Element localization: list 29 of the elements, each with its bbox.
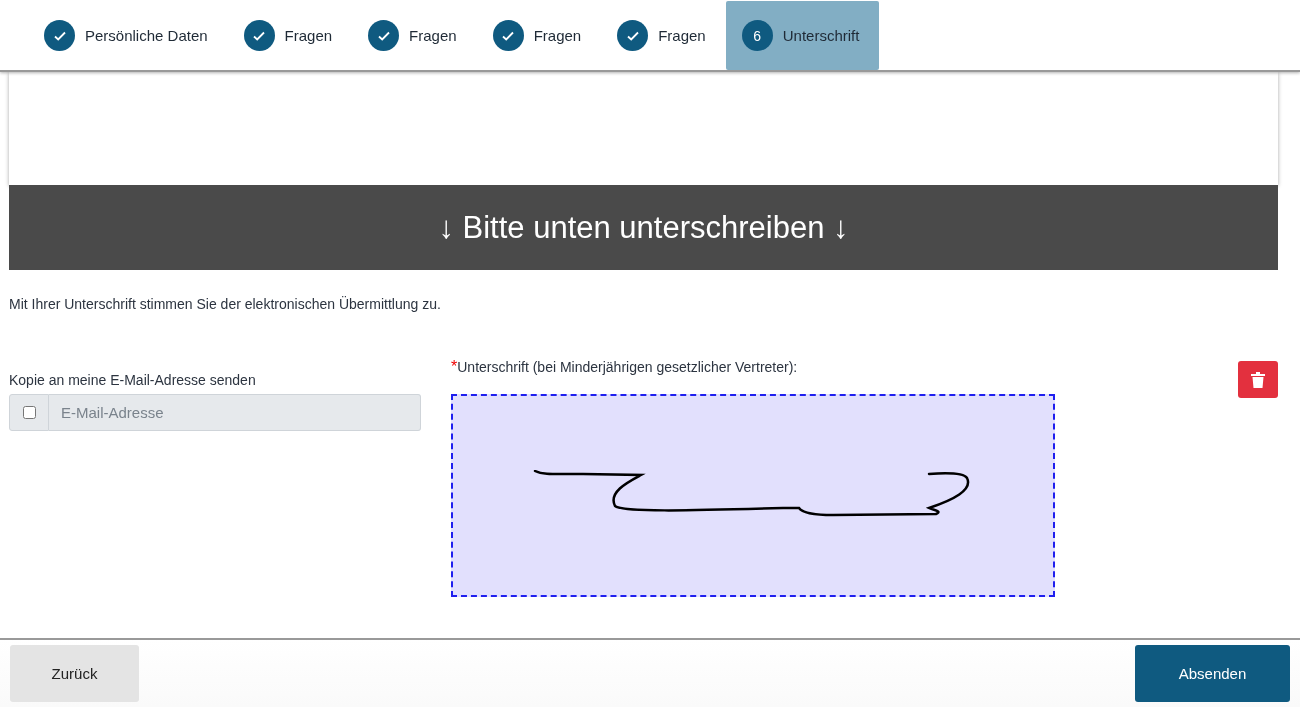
email-copy-label: Kopie an meine E-Mail-Adresse senden [9, 372, 257, 388]
step-label: Fragen [533, 27, 582, 44]
trash-icon [1251, 371, 1265, 388]
consent-text: Mit Ihrer Unterschrift stimmen Sie der elektronischen Übermittlung zu. [9, 296, 442, 312]
signature-label: *Unterschrift (bei Minderjährigen gesetzlicher Vertreter): [451, 358, 799, 376]
step-tab[interactable]: Fragen [227, 1, 353, 70]
step-label: Unterschrift [782, 27, 860, 44]
check-icon [243, 20, 275, 51]
back-button[interactable]: Zurück [10, 645, 139, 702]
step-tab[interactable]: Fragen [601, 1, 726, 70]
check-icon [44, 20, 75, 51]
step-label: Fragen [284, 27, 333, 44]
step-label: Fragen [409, 27, 457, 44]
submit-button[interactable]: Absenden [1135, 645, 1290, 702]
checkbox[interactable] [22, 406, 36, 419]
email-field[interactable]: E-Mail-Adresse [49, 394, 421, 431]
step-tab[interactable]: Fragen [352, 1, 477, 70]
delete-button[interactable] [1238, 361, 1278, 398]
step-label: Fragen [658, 27, 706, 44]
step-label: Persönliche Daten [85, 27, 208, 44]
step-tab[interactable]: Fragen [476, 1, 602, 70]
step-tab[interactable]: 6 Unterschrift [725, 1, 880, 70]
step-tab[interactable]: Persönliche Daten [28, 1, 228, 70]
signature-pad[interactable] [451, 394, 1055, 597]
check-icon [492, 20, 524, 51]
check-icon [617, 20, 649, 51]
check-icon [368, 20, 400, 51]
sign-banner: ↓ Bitte unten unterschreiben ↓ [9, 185, 1278, 270]
step-number: 6 [741, 20, 773, 51]
